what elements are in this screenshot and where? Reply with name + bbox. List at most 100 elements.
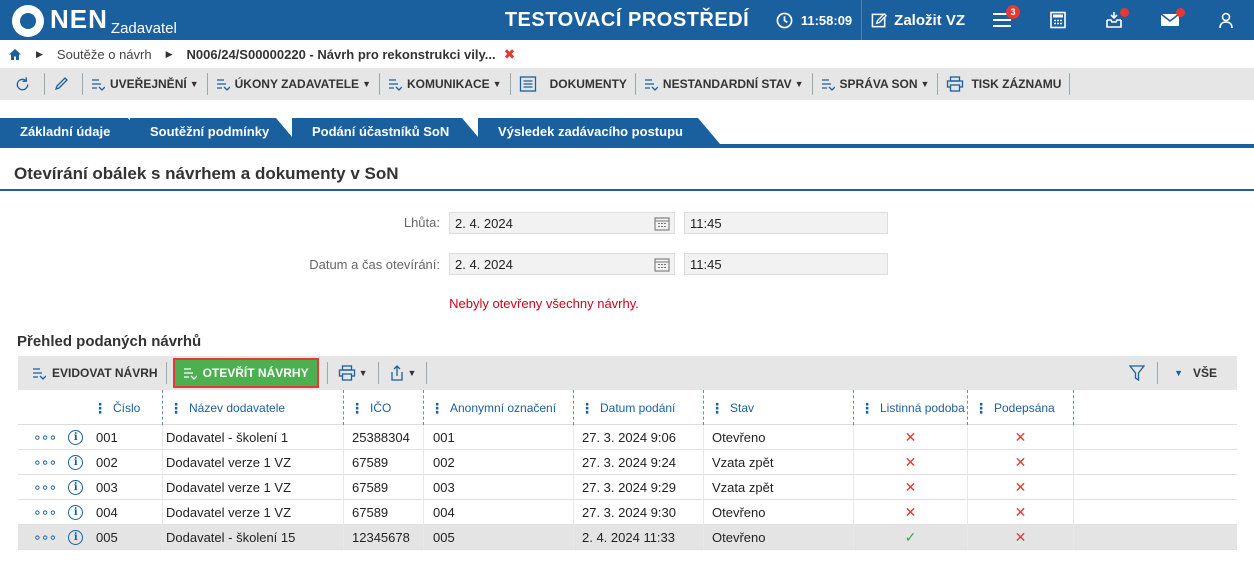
opening-label: Datum a čas otevírání:	[309, 257, 440, 272]
more-actions-icon[interactable]: ∘∘∘	[33, 454, 57, 471]
more-actions-icon[interactable]: ∘∘∘	[33, 479, 57, 496]
column-header-anonym[interactable]: ⋮ Anonymní označení	[424, 390, 574, 425]
column-header-podepsana[interactable]: ⋮ Podepsána	[968, 390, 1074, 425]
column-menu-icon[interactable]: ⋮	[430, 401, 444, 415]
info-icon[interactable]: i	[68, 455, 84, 470]
calculator-button[interactable]	[1030, 0, 1086, 40]
filter-button[interactable]	[1117, 362, 1159, 384]
nonstandard-state-menu[interactable]: NESTANDARDNÍ STAV ▼	[636, 73, 813, 95]
table-row[interactable]: ∘∘∘ i 003 Dodavatel verze 1 VZ 67589 003 …	[18, 475, 1237, 500]
documents-label: DOKUMENTY	[549, 77, 627, 91]
info-icon[interactable]: i	[68, 480, 84, 495]
more-actions-icon[interactable]: ∘∘∘	[33, 529, 57, 546]
row-actions: ∘∘∘ i	[18, 500, 87, 525]
edit-button[interactable]	[45, 73, 83, 95]
cell-nazev: Dodavatel verze 1 VZ	[163, 500, 344, 525]
messages-button[interactable]	[1142, 0, 1198, 40]
tab-basic-info[interactable]: Základní údaje	[0, 118, 150, 144]
column-header-datum[interactable]: ⋮ Datum podání	[574, 390, 704, 425]
column-header-ico[interactable]: ⋮ IČO	[344, 390, 424, 425]
tab-strip: Základní údaje Soutěžní podmínky Podání …	[0, 112, 1254, 144]
column-menu-icon[interactable]: ⋮	[580, 401, 594, 415]
user-button[interactable]	[1198, 0, 1254, 40]
publish-menu[interactable]: UVEŘEJNĚNÍ ▼	[83, 73, 208, 95]
session-timer: 11:58:09	[767, 0, 861, 40]
column-header-listinna[interactable]: ⋮ Listinná podoba	[854, 390, 968, 425]
column-header-stav[interactable]: ⋮ Stav	[704, 390, 854, 425]
calendar-icon[interactable]	[654, 257, 670, 272]
communication-menu[interactable]: KOMUNIKACE ▼	[380, 73, 511, 95]
deadline-date-field[interactable]: 2. 4. 2024	[449, 212, 675, 234]
workflow-icon	[33, 368, 46, 380]
cell-nazev: Dodavatel - školení 1	[163, 425, 344, 450]
calendar-icon[interactable]	[654, 216, 670, 231]
register-proposal-button[interactable]: EVIDOVAT NÁVRH	[32, 362, 167, 384]
tab-submissions[interactable]: Podání účastníků SoN	[292, 118, 484, 144]
pencil-icon	[54, 77, 68, 91]
workflow-icon	[644, 79, 658, 91]
opening-time-field[interactable]: 11:45	[684, 253, 888, 275]
son-management-label: SPRÁVA SON	[839, 77, 918, 91]
print-menu-button[interactable]: ▼	[326, 362, 379, 384]
deadline-time-field[interactable]: 11:45	[684, 212, 888, 234]
info-icon[interactable]: i	[68, 430, 84, 445]
son-management-menu[interactable]: SPRÁVA SON ▼	[813, 73, 939, 95]
close-icon[interactable]: ✖	[504, 46, 516, 63]
refresh-button[interactable]	[6, 73, 45, 95]
view-filter-dropdown[interactable]: ▼ VŠE	[1158, 366, 1237, 380]
column-header-nazev[interactable]: ⋮ Název dodavatele	[163, 390, 344, 425]
opening-date-field[interactable]: 2. 4. 2024	[449, 253, 675, 275]
documents-button[interactable]: DOKUMENTY	[511, 73, 636, 95]
grid-header: ⋮ Číslo ⋮ Název dodavatele ⋮ IČO ⋮ Anonymní …	[18, 390, 1237, 425]
cell-stav: Vzata zpět	[704, 450, 854, 475]
breadcrumb-item-current[interactable]: N006/24/S00000220 - Návrh pro rekonstruk…	[187, 47, 496, 62]
cell-nazev: Dodavatel verze 1 VZ	[163, 475, 344, 500]
cell-anonym: 004	[424, 500, 574, 525]
info-icon[interactable]: i	[68, 530, 84, 545]
nen-logo[interactable]: NEN Zadavatel	[12, 5, 177, 37]
cross-icon: ✕	[854, 450, 968, 475]
column-menu-icon[interactable]: ⋮	[350, 401, 364, 415]
caret-down-icon: ▼	[358, 368, 368, 378]
communication-label: KOMUNIKACE	[406, 77, 490, 91]
column-menu-icon[interactable]: ⋮	[169, 401, 183, 415]
column-menu-icon[interactable]: ⋮	[974, 401, 988, 415]
warning-message: Nebyly otevřeny všechny návrhy.	[449, 296, 639, 311]
home-link[interactable]	[8, 48, 22, 61]
breadcrumb-item-competitions[interactable]: Soutěže o návrh	[57, 47, 152, 62]
column-menu-icon[interactable]: ⋮	[93, 401, 107, 415]
table-row-selected[interactable]: ∘∘∘ i 005 Dodavatel - školení 15 12345678…	[18, 525, 1237, 550]
breadcrumb-separator-icon: ▶	[165, 48, 173, 59]
inbox-button[interactable]	[1086, 0, 1142, 40]
table-row[interactable]: ∘∘∘ i 001 Dodavatel - školení 1 25388304 …	[18, 425, 1237, 450]
open-proposals-button[interactable]: OTEVŘÍT NÁVRHY	[172, 358, 319, 388]
action-toolbar: UVEŘEJNĚNÍ ▼ ÚKONY ZADAVATELE ▼ KOMUNIKACE…	[0, 68, 1254, 100]
column-header-actions	[18, 390, 87, 425]
table-row[interactable]: ∘∘∘ i 004 Dodavatel verze 1 VZ 67589 004 …	[18, 500, 1237, 525]
table-row[interactable]: ∘∘∘ i 002 Dodavatel verze 1 VZ 67589 002 …	[18, 450, 1237, 475]
cell-ico: 67589	[344, 450, 424, 475]
tab-procedure-result[interactable]: Výsledek zadávacího postupu	[478, 118, 720, 144]
filter-icon	[1129, 364, 1146, 381]
authority-actions-menu[interactable]: ÚKONY ZADAVATELE ▼	[208, 73, 380, 95]
check-icon: ✓	[854, 525, 968, 550]
cross-icon: ✕	[968, 450, 1074, 475]
more-actions-icon[interactable]: ∘∘∘	[33, 504, 57, 521]
cell-stav: Otevřeno	[704, 500, 854, 525]
tab-competition-conditions[interactable]: Soutěžní podmínky	[130, 118, 298, 144]
column-header-cislo[interactable]: ⋮ Číslo	[87, 390, 163, 425]
caret-down-icon: ▼	[407, 368, 417, 378]
caret-down-icon: ▼	[920, 79, 930, 89]
print-record-button[interactable]: TISK ZÁZNAMU	[938, 73, 1071, 95]
menu-button[interactable]: 3	[974, 0, 1030, 40]
create-vz-button[interactable]: Založit VZ	[861, 0, 974, 40]
cross-icon: ✕	[854, 475, 968, 500]
info-icon[interactable]: i	[68, 505, 84, 520]
cell-stav: Otevřeno	[704, 525, 854, 550]
cell-datum: 2. 4. 2024 11:33	[574, 525, 704, 550]
nonstandard-state-label: NESTANDARDNÍ STAV	[662, 77, 792, 91]
column-menu-icon[interactable]: ⋮	[860, 401, 874, 415]
more-actions-icon[interactable]: ∘∘∘	[33, 429, 57, 446]
export-menu-button[interactable]: ▼	[379, 362, 428, 384]
column-menu-icon[interactable]: ⋮	[710, 401, 724, 415]
